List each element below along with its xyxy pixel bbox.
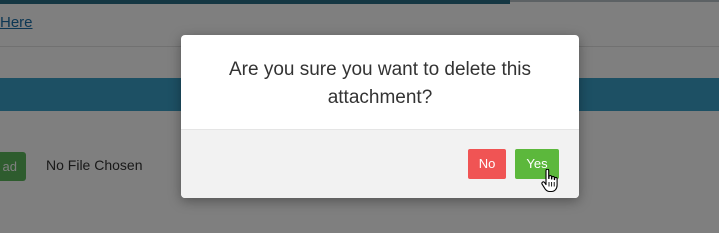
no-button[interactable]: No <box>468 149 506 179</box>
hand-pointer-icon <box>541 169 558 193</box>
confirm-delete-dialog: Are you sure you want to delete this att… <box>181 35 579 198</box>
dialog-message: Are you sure you want to delete this att… <box>228 59 532 108</box>
dialog-footer: No Yes <box>181 129 579 198</box>
dialog-body: Are you sure you want to delete this att… <box>181 35 579 129</box>
